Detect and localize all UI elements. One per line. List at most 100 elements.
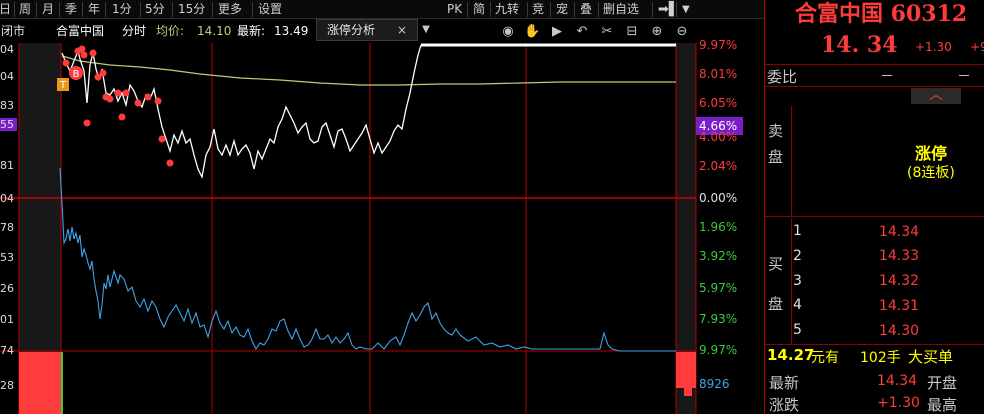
big-order-price: 14.27 bbox=[767, 346, 815, 364]
period-tab-15min[interactable]: 15分 bbox=[176, 1, 207, 18]
latest-value: 14.34 bbox=[877, 373, 918, 389]
left-axis-label: 26 bbox=[0, 282, 14, 295]
chart-mode: 分时 bbox=[122, 24, 147, 38]
panel-divider bbox=[791, 106, 792, 216]
stock-name: 合富中国 bbox=[56, 24, 105, 38]
period-tab-1min[interactable]: 1分 bbox=[110, 1, 134, 18]
left-axis-label: 28 bbox=[0, 379, 14, 392]
simple-view-button[interactable]: 简 bbox=[471, 1, 487, 18]
left-axis-label: 74 bbox=[0, 344, 14, 357]
period-tab-week[interactable]: 周 bbox=[17, 1, 33, 18]
trade-dot bbox=[83, 119, 91, 127]
undo-icon[interactable]: ↶ bbox=[574, 24, 590, 40]
expand-chevron-button[interactable]: ︿ bbox=[911, 88, 961, 104]
period-tab-5min[interactable]: 5分 bbox=[143, 1, 167, 18]
volume-bar-close-tail bbox=[684, 388, 692, 396]
pct-label: 2.04% bbox=[699, 159, 738, 173]
lock-icon[interactable]: ⊟ bbox=[624, 24, 640, 40]
avg-price-label: 均价: bbox=[156, 24, 185, 38]
buy-level: 3 bbox=[793, 273, 802, 289]
pct-label: 7.93% bbox=[699, 312, 738, 326]
trade-dot bbox=[166, 159, 174, 167]
left-axis-label: 78 bbox=[0, 221, 14, 234]
trade-dot bbox=[62, 59, 70, 67]
period-tab-quarter[interactable]: 季 bbox=[63, 1, 79, 18]
pct-label: 3.92% bbox=[699, 249, 738, 263]
volume-bar-close bbox=[676, 352, 696, 388]
period-tab-year[interactable]: 年 bbox=[86, 1, 102, 18]
big-order-lots: 102手 bbox=[860, 350, 901, 366]
toolbar-separator bbox=[82, 2, 83, 17]
pct-label: 8.01% bbox=[699, 67, 738, 81]
hand-icon[interactable]: ✋ bbox=[524, 24, 540, 40]
buy-level: 5 bbox=[793, 322, 802, 338]
zoom-out-icon[interactable]: ⊖ bbox=[674, 24, 690, 40]
pct-label: 6.05% bbox=[699, 96, 738, 110]
left-axis-label: 04 bbox=[0, 192, 14, 205]
overlay-button[interactable]: 叠 bbox=[578, 1, 594, 18]
pct-label: 4.00% bbox=[699, 130, 738, 144]
buy-level: 4 bbox=[793, 297, 802, 313]
export-icon[interactable]: ➡▌ bbox=[656, 1, 681, 18]
panel-divider bbox=[765, 216, 984, 217]
buy-label-char: 盘 bbox=[768, 295, 784, 313]
limit-up-analysis-tab[interactable]: 涨停分析 × bbox=[316, 19, 418, 41]
tab-dropdown-icon[interactable]: ▼ bbox=[418, 22, 434, 38]
weibi-dash: － bbox=[957, 69, 971, 85]
panel-divider bbox=[765, 344, 984, 345]
more-button[interactable]: 更多 bbox=[216, 1, 244, 18]
t-marker-label: T bbox=[59, 80, 67, 91]
sell-label: 卖 盘 bbox=[768, 118, 783, 170]
volume-bar-open bbox=[19, 352, 61, 414]
latest-price-value: 13.49 bbox=[274, 24, 309, 38]
play-icon[interactable]: ▶ bbox=[549, 24, 565, 40]
dropdown-icon[interactable]: ▼ bbox=[680, 1, 692, 18]
intraday-chart[interactable]: T B bbox=[0, 43, 764, 414]
scissors-icon[interactable]: ✂ bbox=[599, 24, 615, 40]
buy-price: 14.34 bbox=[879, 224, 920, 240]
tab-close-icon[interactable]: × bbox=[397, 22, 407, 38]
pct-label: 0.00% bbox=[699, 191, 738, 205]
trade-dot bbox=[89, 49, 97, 57]
b-marker-label: B bbox=[73, 69, 80, 80]
trade-dot bbox=[99, 69, 107, 77]
buy-price: 14.33 bbox=[879, 248, 920, 264]
panel-change: +1.30 bbox=[915, 40, 952, 54]
toolbar-separator bbox=[527, 2, 528, 17]
volume-ratio-line bbox=[59, 167, 676, 352]
pct-axis: 9.97% 8.01% 6.05% 4.66% 4.00% 2.04% 0.00… bbox=[696, 38, 764, 414]
remove-watchlist-button[interactable]: 删自选 bbox=[601, 1, 641, 18]
limit-up-label: 涨停 bbox=[915, 144, 948, 163]
eye-icon[interactable]: ◉ bbox=[500, 24, 516, 40]
pk-button[interactable]: PK bbox=[445, 1, 464, 18]
nine-turn-button[interactable]: 九转 bbox=[493, 1, 521, 18]
toolbar-separator bbox=[467, 2, 468, 17]
buy-label: 买 盘 bbox=[768, 244, 783, 324]
market-status: 闭市 bbox=[1, 24, 26, 38]
analysis-tab-label: 涨停分析 bbox=[327, 23, 376, 37]
zoom-in-icon[interactable]: ⊕ bbox=[649, 24, 665, 40]
toolbar-separator bbox=[36, 2, 37, 17]
change-label: 涨跌 bbox=[769, 396, 800, 414]
high-label: 最高 bbox=[927, 396, 958, 414]
panel-stock-title: 合富中国 60312 bbox=[795, 1, 968, 27]
pct-label: 9.97% bbox=[699, 38, 738, 52]
settings-button[interactable]: 设置 bbox=[256, 1, 284, 18]
sell-label-char: 卖 bbox=[768, 122, 784, 140]
buy-price: 14.31 bbox=[879, 298, 920, 314]
trade-dot bbox=[114, 89, 122, 97]
quote-panel: 合富中国 60312 14. 34 +1.30 +9 委比 － － ︿ 卖 盘 … bbox=[764, 0, 984, 414]
period-tab-day[interactable]: 日 bbox=[0, 1, 13, 18]
auction-button[interactable]: 竞 bbox=[530, 1, 546, 18]
period-tab-month[interactable]: 月 bbox=[40, 1, 56, 18]
left-axis-label: 83 bbox=[0, 99, 14, 112]
weibi-dash: － bbox=[880, 69, 894, 85]
trade-dot bbox=[106, 95, 114, 103]
pct-label: 1.96% bbox=[699, 220, 738, 234]
pct-label: 5.97% bbox=[699, 281, 738, 295]
limit-up-streak: (8连板) bbox=[907, 165, 955, 181]
favorite-button[interactable]: 宠 bbox=[554, 1, 570, 18]
buy-level: 2 bbox=[793, 248, 802, 264]
left-axis-label: 04 bbox=[0, 70, 14, 83]
panel-change-pct: +9 bbox=[970, 40, 984, 54]
